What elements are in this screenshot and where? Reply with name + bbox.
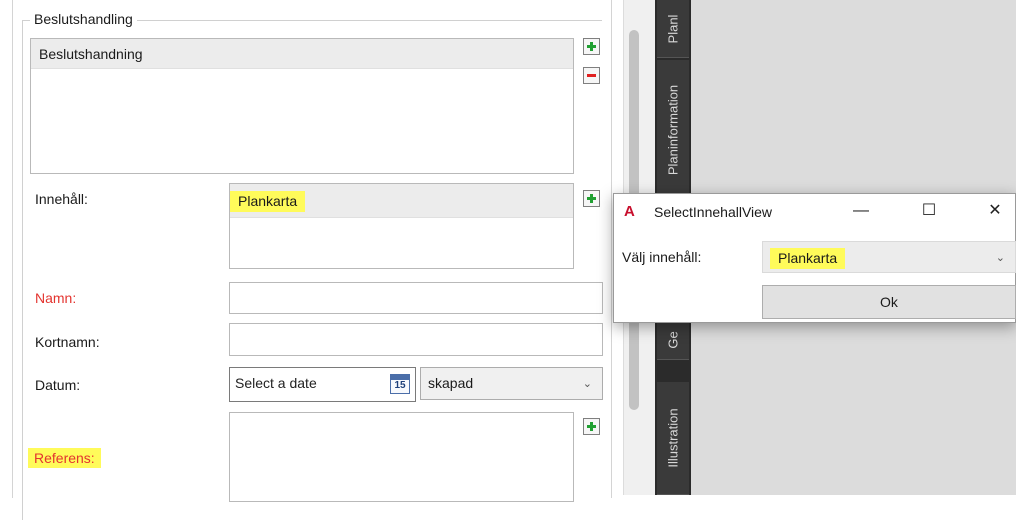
namn-field[interactable] bbox=[229, 282, 603, 314]
add-innehall-button[interactable] bbox=[583, 190, 600, 207]
datum-picker[interactable]: Select a date 15 bbox=[229, 367, 416, 402]
minus-icon bbox=[587, 74, 596, 77]
kortnamn-label: Kortnamn: bbox=[35, 334, 100, 350]
list-item[interactable]: Plankarta bbox=[230, 184, 573, 218]
datum-type-select[interactable]: skapad ⌄ bbox=[420, 367, 603, 400]
innehall-list[interactable]: Plankarta bbox=[229, 183, 574, 269]
maximize-button[interactable]: ☐ bbox=[914, 200, 944, 222]
kortnamn-field[interactable] bbox=[229, 323, 603, 356]
tab-planinformation[interactable]: Planinformation bbox=[657, 60, 689, 200]
valj-label: Välj innehåll: bbox=[622, 249, 702, 265]
tab-planl[interactable]: Planl bbox=[657, 0, 689, 58]
tab-illustration[interactable]: Illustration bbox=[657, 382, 689, 495]
calendar-icon[interactable]: 15 bbox=[390, 374, 410, 394]
namn-label: Namn: bbox=[35, 290, 77, 306]
ok-button[interactable]: Ok bbox=[762, 285, 1016, 319]
tab-ge[interactable]: Ge bbox=[657, 320, 689, 360]
list-item[interactable]: Beslutshandning bbox=[31, 39, 573, 69]
select-innehall-dialog: A SelectInnehallView — ☐ ✕ Välj innehåll… bbox=[613, 193, 1016, 323]
referens-label: Referens: bbox=[28, 448, 101, 468]
autocad-icon: A bbox=[624, 203, 635, 220]
minimize-button[interactable]: — bbox=[846, 200, 876, 222]
chevron-down-icon: ⌄ bbox=[995, 252, 1005, 264]
date-placeholder: Select a date bbox=[235, 375, 317, 391]
dialog-title: SelectInnehallView bbox=[654, 204, 773, 220]
referens-list[interactable] bbox=[229, 412, 574, 502]
add-referens-button[interactable] bbox=[583, 418, 600, 435]
remove-beslut-button[interactable] bbox=[583, 67, 600, 84]
beslut-list[interactable]: Beslutshandning bbox=[30, 38, 574, 174]
innehall-select[interactable]: Plankarta ⌄ bbox=[762, 241, 1016, 273]
add-beslut-button[interactable] bbox=[583, 38, 600, 55]
chevron-down-icon: ⌄ bbox=[582, 378, 592, 390]
innehall-label: Innehåll: bbox=[35, 191, 88, 207]
close-button[interactable]: ✕ bbox=[980, 200, 1010, 222]
group-title: Beslutshandling bbox=[30, 11, 137, 27]
datum-label: Datum: bbox=[35, 377, 81, 393]
